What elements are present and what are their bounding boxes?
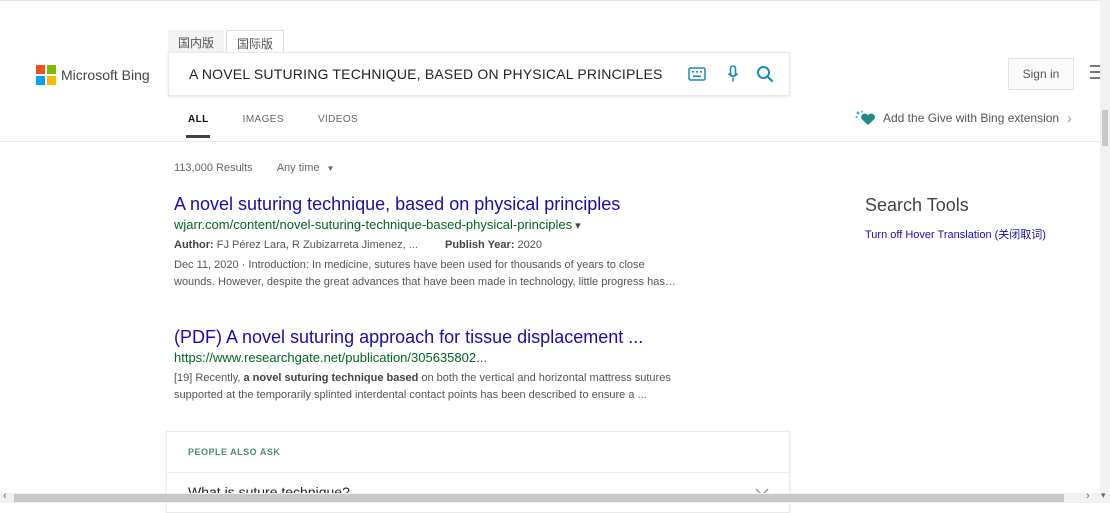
nav-divider xyxy=(0,141,1100,142)
snippet-line: Dec 11, 2020 · Introduction: In medicine… xyxy=(174,259,645,271)
search-box xyxy=(168,52,790,96)
result-url: wjarr.com/content/novel-suturing-techniq… xyxy=(174,216,774,235)
active-tab-indicator xyxy=(186,135,210,138)
search-result: A novel suturing technique, based on phy… xyxy=(174,193,774,291)
snippet-line: supported at the temporarily splinted in… xyxy=(174,389,647,401)
give-extension-label: Add the Give with Bing extension xyxy=(883,111,1060,125)
time-filter-dropdown[interactable]: Any time ▼ xyxy=(277,162,335,174)
result-title-link[interactable]: A novel suturing technique, based on phy… xyxy=(174,193,774,215)
scroll-left-icon[interactable]: ‹ xyxy=(3,490,7,502)
scroll-right-icon[interactable]: › xyxy=(1086,490,1090,502)
snippet-line: wounds. However, despite the great advan… xyxy=(174,276,676,288)
year-label: Publish Year: xyxy=(444,239,515,251)
result-url-text[interactable]: https://www.researchgate.net/publication… xyxy=(174,350,487,365)
search-tools-title: Search Tools xyxy=(865,195,969,215)
snippet-highlight: a novel suturing technique based xyxy=(243,372,419,384)
snippet-line: [19] Recently, a novel suturing techniqu… xyxy=(174,370,754,387)
time-filter-label: Any time xyxy=(276,162,320,174)
result-url: https://www.researchgate.net/publication… xyxy=(174,349,774,366)
give-with-bing-link[interactable]: Add the Give with Bing extension › xyxy=(855,110,1072,126)
results-meta: 113,000 Results Any time ▼ xyxy=(174,162,334,174)
horizontal-scrollbar[interactable]: ‹ › xyxy=(0,490,1100,503)
hover-translation-toggle[interactable]: Turn off Hover Translation (关闭取词) xyxy=(865,226,1046,242)
year-value: 2020 xyxy=(517,239,543,251)
caret-down-icon: ▼ xyxy=(326,164,335,173)
tab-all[interactable]: ALL xyxy=(188,114,209,125)
paa-divider xyxy=(167,472,789,473)
paa-title: PEOPLE ALSO ASK xyxy=(188,447,281,457)
snippet-text: on both the vertical and horizontal matt… xyxy=(418,372,671,384)
top-border xyxy=(0,0,1100,1)
vertical-scrollbar[interactable]: ▾ xyxy=(1100,0,1110,503)
tab-images[interactable]: IMAGES xyxy=(243,114,284,125)
search-scopes: ALL IMAGES VIDEOS xyxy=(188,114,392,125)
keyboard-icon[interactable] xyxy=(687,64,707,84)
bing-logo[interactable]: Microsoft Bing xyxy=(36,65,150,85)
horizontal-scroll-thumb[interactable] xyxy=(14,494,1064,502)
author-value: FJ Pérez Lara, R Zubizarreta Jimenez, ..… xyxy=(216,239,418,251)
result-snippet: Dec 11, 2020 · Introduction: In medicine… xyxy=(174,257,754,291)
snippet-text: [19] Recently, xyxy=(174,372,244,384)
logo-text: Microsoft Bing xyxy=(61,67,150,83)
result-facts: Author: FJ Pérez Lara, R Zubizarreta Jim… xyxy=(174,239,774,251)
heart-drops-icon xyxy=(855,110,875,125)
chevron-right-icon: › xyxy=(1067,110,1072,126)
tab-videos[interactable]: VIDEOS xyxy=(318,114,358,125)
caret-down-icon[interactable]: ▾ xyxy=(575,220,581,232)
result-title-link[interactable]: (PDF) A novel suturing approach for tiss… xyxy=(174,326,774,348)
vertical-scroll-thumb[interactable] xyxy=(1102,110,1108,146)
result-snippet: [19] Recently, a novel suturing techniqu… xyxy=(174,370,754,404)
author-label: Author: xyxy=(174,239,214,251)
sign-in-button[interactable]: Sign in xyxy=(1008,58,1074,90)
results-count: 113,000 Results xyxy=(174,162,253,174)
microsoft-logo-icon xyxy=(36,65,56,85)
microphone-icon[interactable] xyxy=(723,64,743,84)
search-input[interactable] xyxy=(169,65,671,83)
search-icon[interactable] xyxy=(755,64,775,84)
scroll-down-icon[interactable]: ▾ xyxy=(1101,490,1106,501)
result-url-text[interactable]: wjarr.com/content/novel-suturing-techniq… xyxy=(174,217,572,232)
search-result: (PDF) A novel suturing approach for tiss… xyxy=(174,326,774,404)
